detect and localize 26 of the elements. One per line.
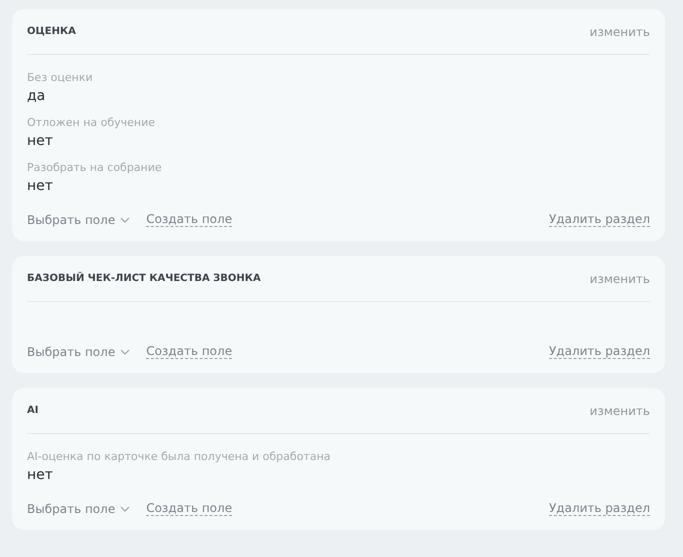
select-field-dropdown[interactable]: Выбрать поле: [27, 502, 130, 516]
delete-section-link[interactable]: Удалить раздел: [548, 344, 650, 359]
delete-section-link[interactable]: Удалить раздел: [548, 212, 650, 227]
field-value: нет: [27, 178, 54, 194]
caret-icon: [120, 216, 130, 222]
create-field-link[interactable]: Создать поле: [146, 212, 232, 227]
field-value: нет: [27, 467, 54, 483]
field-value: да: [27, 88, 46, 104]
section-title: AI: [27, 405, 38, 416]
create-field-link[interactable]: Создать поле: [146, 501, 232, 516]
select-field-dropdown[interactable]: Выбрать поле: [27, 344, 130, 358]
select-field-dropdown[interactable]: Выбрать поле: [27, 212, 130, 226]
edit-link[interactable]: изменить: [590, 24, 650, 38]
field-label: Разобрать на собрание: [27, 161, 163, 174]
caret-icon: [120, 506, 130, 512]
field-label: Без оценки: [27, 71, 94, 84]
field-value: нет: [27, 133, 54, 149]
caret-icon: [120, 348, 130, 354]
field-label: Отложен на обучение: [27, 116, 156, 129]
section-title: ОЦЕНКА: [27, 26, 76, 37]
edit-link[interactable]: изменить: [590, 272, 650, 286]
field-label: AI-оценка по карточке была получена и обработана: [27, 450, 332, 463]
create-field-link[interactable]: Создать поле: [146, 344, 232, 359]
section-title: БАЗОВЫЙ ЧЕК-ЛИСТ КАЧЕСТВА ЗВОНКА: [27, 273, 261, 284]
edit-link[interactable]: изменить: [590, 404, 650, 418]
delete-section-link[interactable]: Удалить раздел: [548, 501, 650, 516]
